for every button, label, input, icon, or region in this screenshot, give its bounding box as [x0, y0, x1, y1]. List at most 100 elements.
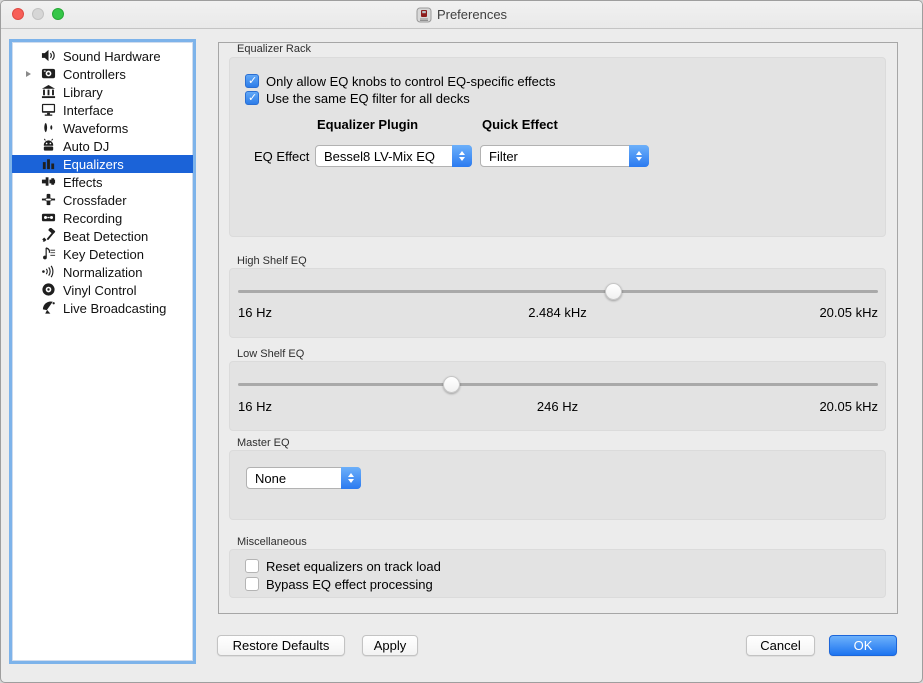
sidebar-item-key-detection[interactable]: Key Detection [12, 245, 193, 263]
sidebar-item-label: Vinyl Control [63, 283, 136, 298]
sidebar-item-effects[interactable]: Effects [12, 173, 193, 191]
sidebar-item-label: Sound Hardware [63, 49, 161, 64]
music-note-icon [40, 246, 56, 262]
sidebar-item-auto-dj[interactable]: Auto DJ [12, 137, 193, 155]
sidebar-item-recording[interactable]: Recording [12, 209, 193, 227]
sidebar-item-normalization[interactable]: Normalization [12, 263, 193, 281]
sidebar-item-label: Live Broadcasting [63, 301, 166, 316]
sidebar-item-sound-hardware[interactable]: Sound Hardware [12, 47, 193, 65]
checkbox-only-eq-knobs[interactable] [245, 74, 259, 88]
eq-effect-row-label: EQ Effect [254, 149, 309, 164]
equalizer-plugin-select[interactable]: Bessel8 LV-Mix EQ [315, 145, 472, 167]
title-area: Preferences [416, 7, 507, 23]
disclosure-triangle-icon[interactable] [25, 155, 35, 173]
sidebar-item-crossfader[interactable]: Crossfader [12, 191, 193, 209]
restore-defaults-button[interactable]: Restore Defaults [217, 635, 345, 656]
equalizer-plugin-value: Bessel8 LV-Mix EQ [316, 149, 471, 164]
group-title-low-shelf: Low Shelf EQ [237, 348, 304, 360]
disclosure-triangle-icon[interactable] [25, 245, 35, 263]
high-shelf-max-label: 20.05 kHz [229, 305, 878, 320]
titlebar[interactable]: Preferences [1, 1, 922, 29]
checkbox-same-eq-filter[interactable] [245, 91, 259, 105]
sidebar: Sound Hardware Controllers Library Inter… [9, 39, 196, 664]
disclosure-triangle-icon[interactable] [25, 281, 35, 299]
sidebar-item-label: Key Detection [63, 247, 144, 262]
sidebar-item-controllers[interactable]: Controllers [12, 65, 193, 83]
sidebar-item-waveforms[interactable]: Waveforms [12, 119, 193, 137]
sidebar-item-label: Controllers [63, 67, 126, 82]
sidebar-item-label: Crossfader [63, 193, 127, 208]
disclosure-triangle-icon[interactable] [25, 137, 35, 155]
sidebar-item-live-broadcasting[interactable]: Live Broadcasting [12, 299, 193, 317]
library-icon [40, 84, 56, 100]
window-title: Preferences [437, 7, 507, 22]
stepper-arrows-icon [629, 145, 649, 167]
low-shelf-slider-track[interactable] [238, 383, 878, 386]
speaker-icon [40, 48, 56, 64]
sidebar-item-equalizers[interactable]: Equalizers [12, 155, 193, 173]
checkbox-bypass-eq[interactable] [245, 577, 259, 591]
column-header-quick-effect: Quick Effect [482, 117, 558, 132]
sidebar-item-label: Library [63, 85, 103, 100]
disclosure-triangle-icon[interactable] [25, 173, 35, 191]
disclosure-triangle-icon[interactable] [25, 101, 35, 119]
disclosure-triangle-icon[interactable] [25, 227, 35, 245]
group-title-high-shelf: High Shelf EQ [237, 255, 307, 267]
sound-waves-icon [40, 264, 56, 280]
effects-icon [40, 174, 56, 190]
high-shelf-slider[interactable] [238, 283, 878, 300]
equalizer-bars-icon [40, 156, 56, 172]
stepper-arrows-icon [452, 145, 472, 167]
sidebar-item-label: Waveforms [63, 121, 128, 136]
sidebar-item-library[interactable]: Library [12, 83, 193, 101]
sidebar-item-label: Equalizers [63, 157, 124, 172]
quick-effect-value: Filter [481, 149, 648, 164]
stepper-arrows-icon [341, 467, 361, 489]
disclosure-triangle-icon[interactable] [25, 263, 35, 281]
disclosure-triangle-icon[interactable] [25, 191, 35, 209]
vinyl-record-icon [40, 282, 56, 298]
preferences-window: Preferences Sound Hardware Controllers L… [0, 0, 923, 683]
sidebar-item-vinyl-control[interactable]: Vinyl Control [12, 281, 193, 299]
checkbox-reset-equalizers[interactable] [245, 559, 259, 573]
satellite-dish-icon [40, 300, 56, 316]
cancel-button[interactable]: Cancel [746, 635, 815, 656]
disclosure-triangle-icon[interactable] [25, 299, 35, 317]
sidebar-item-label: Normalization [63, 265, 142, 280]
sidebar-list: Sound Hardware Controllers Library Inter… [12, 42, 193, 317]
high-shelf-slider-track[interactable] [238, 290, 878, 293]
minimize-button[interactable] [32, 8, 44, 20]
low-shelf-slider[interactable] [238, 376, 878, 393]
robot-icon [40, 138, 56, 154]
checkbox-same-eq-filter-label: Use the same EQ filter for all decks [266, 91, 470, 106]
low-shelf-slider-handle[interactable] [443, 376, 460, 393]
disclosure-triangle-icon[interactable] [25, 47, 35, 65]
sidebar-item-label: Beat Detection [63, 229, 148, 244]
monitor-icon [40, 102, 56, 118]
low-shelf-max-label: 20.05 kHz [229, 399, 878, 414]
group-title-miscellaneous: Miscellaneous [237, 536, 307, 548]
master-eq-select[interactable]: None [246, 467, 361, 489]
column-header-equalizer-plugin: Equalizer Plugin [317, 117, 418, 132]
disclosure-triangle-icon[interactable] [25, 65, 35, 83]
sidebar-item-label: Effects [63, 175, 103, 190]
disclosure-triangle-icon[interactable] [25, 119, 35, 137]
zoom-button[interactable] [52, 8, 64, 20]
sidebar-item-interface[interactable]: Interface [12, 101, 193, 119]
apply-button[interactable]: Apply [362, 635, 418, 656]
disclosure-triangle-icon[interactable] [25, 209, 35, 227]
close-button[interactable] [12, 8, 24, 20]
high-shelf-slider-handle[interactable] [605, 283, 622, 300]
crossfader-icon [40, 192, 56, 208]
waveform-icon [40, 120, 56, 136]
quick-effect-select[interactable]: Filter [480, 145, 649, 167]
high-shelf-box [229, 268, 886, 338]
disclosure-triangle-icon[interactable] [25, 83, 35, 101]
low-shelf-box [229, 361, 886, 431]
sidebar-item-label: Interface [63, 103, 114, 118]
hammer-icon [40, 228, 56, 244]
ok-button[interactable]: OK [829, 635, 897, 656]
sidebar-item-beat-detection[interactable]: Beat Detection [12, 227, 193, 245]
checkbox-only-eq-knobs-label: Only allow EQ knobs to control EQ-specif… [266, 74, 556, 89]
group-title-equalizer-rack: Equalizer Rack [237, 43, 311, 55]
